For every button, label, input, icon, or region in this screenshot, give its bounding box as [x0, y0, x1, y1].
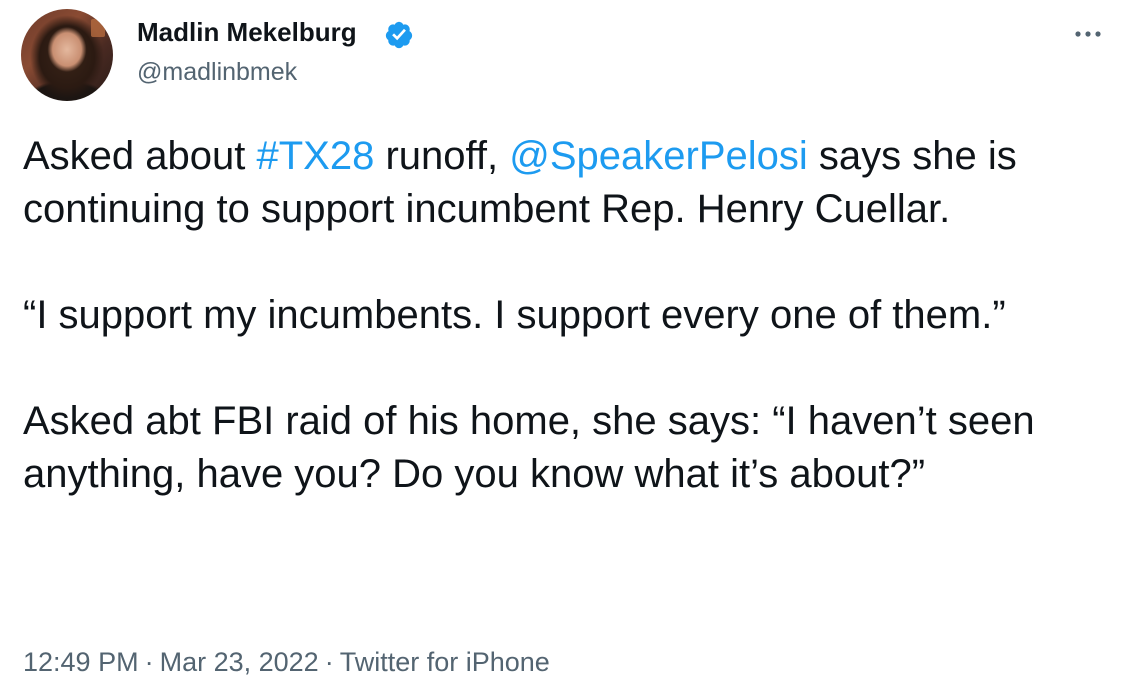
tweet-card: Madlin Mekelburg @madlinbmek Asked about…: [0, 0, 1126, 700]
user-avatar[interactable]: [21, 9, 113, 101]
author-display-name[interactable]: Madlin Mekelburg: [137, 16, 357, 48]
tweet-source[interactable]: Twitter for iPhone: [340, 647, 550, 677]
tweet-text: Asked about #TX28 runoff, @SpeakerPelosi…: [23, 130, 1113, 501]
tweet-paragraph-2: “I support my incumbents. I support ever…: [23, 293, 1006, 337]
avatar-background-detail: [91, 19, 105, 37]
separator-dot: ·: [324, 647, 334, 677]
tweet-text-segment: Asked about: [23, 134, 257, 178]
verified-badge-icon: [385, 21, 413, 49]
tweet-metadata: 12:49 PM · Mar 23, 2022 · Twitter for iPhone: [23, 646, 550, 678]
tweet-time[interactable]: 12:49 PM: [23, 647, 139, 677]
more-horizontal-icon[interactable]: [1070, 22, 1106, 46]
hashtag-link[interactable]: #TX28: [257, 134, 375, 178]
tweet-text-segment: runoff,: [374, 134, 510, 178]
separator-dot: ·: [144, 647, 154, 677]
author-handle[interactable]: @madlinbmek: [137, 56, 297, 88]
mention-link[interactable]: @SpeakerPelosi: [509, 134, 808, 178]
tweet-paragraph-3: Asked abt FBI raid of his home, she says…: [23, 399, 1035, 496]
tweet-paragraph-1: Asked about #TX28 runoff, @SpeakerPelosi…: [23, 130, 1113, 236]
tweet-date[interactable]: Mar 23, 2022: [160, 647, 319, 677]
